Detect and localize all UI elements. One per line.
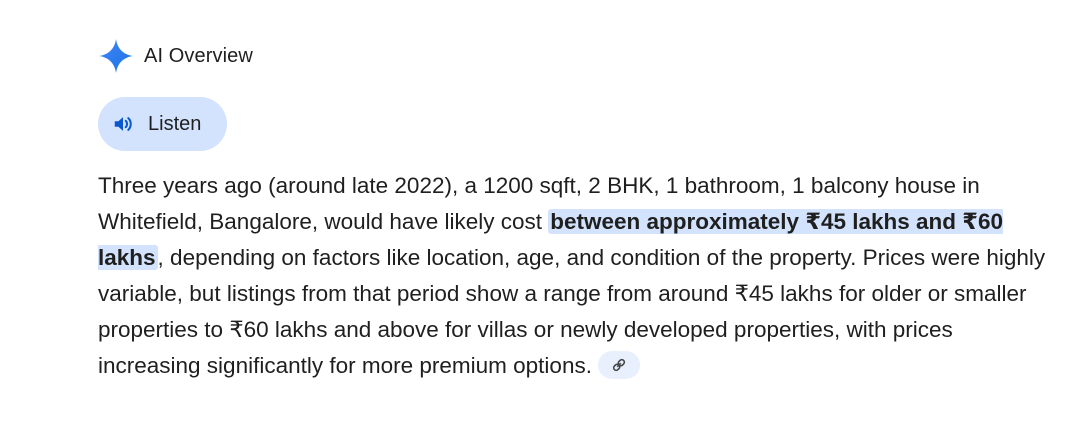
source-link-button[interactable]: [597, 351, 640, 380]
sparkle-icon: [99, 39, 133, 73]
overview-paragraph: Three years ago (around late 2022), a 12…: [98, 168, 1048, 384]
listen-label: Listen: [148, 112, 202, 135]
speaker-icon: [114, 117, 132, 131]
overview-text-after: , depending on factors like location, ag…: [98, 245, 1046, 378]
listen-button[interactable]: Listen: [98, 97, 227, 151]
link-icon: [612, 358, 626, 372]
ai-overview-title: AI Overview: [144, 44, 253, 67]
ai-overview-header: AI Overview: [98, 36, 253, 76]
